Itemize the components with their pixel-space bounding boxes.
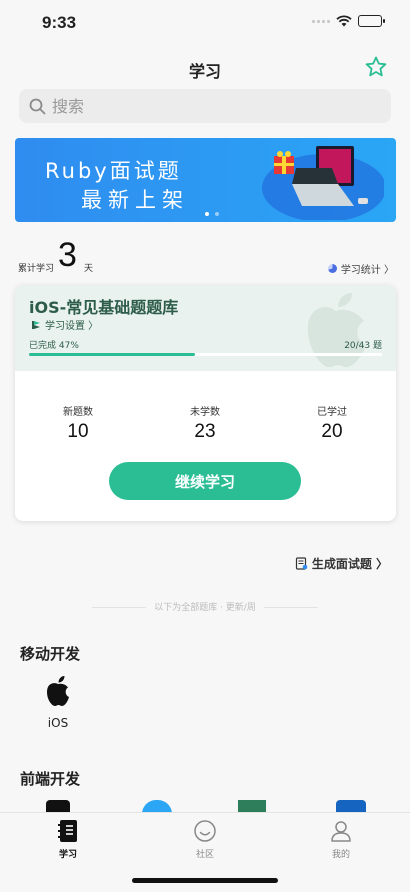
progress-percent: 已完成 47% — [29, 341, 79, 351]
tab-community-label: 社区 — [195, 850, 214, 860]
section-title-mobile: 移动开发 — [20, 645, 81, 663]
wifi-icon — [336, 15, 352, 27]
status-icons — [312, 15, 385, 27]
search-input[interactable] — [52, 96, 352, 116]
battery-icon — [358, 15, 385, 27]
section-title-frontend: 前端开发 — [20, 770, 81, 788]
smiley-icon — [194, 820, 216, 842]
tab-mine-label: 我的 — [331, 850, 350, 860]
apple-icon — [47, 676, 69, 706]
search-bar[interactable] — [19, 89, 391, 123]
study-stats-link[interactable]: 学习统计 〉 — [327, 261, 394, 276]
library-card: iOS-常见基础题题库 学习设置 〉 已完成 47% 20/43 题 新题数 1… — [15, 285, 396, 521]
study-stats-label: 学习统计 〉 — [340, 265, 394, 276]
pie-chart-icon — [327, 264, 337, 273]
page-title: 学习 — [188, 62, 221, 81]
tab-mine[interactable]: 我的 — [311, 819, 371, 860]
generate-questions-label: 生成面试题 〉 — [311, 557, 388, 571]
days-count: 3 — [58, 236, 77, 274]
category-ios-label: iOS — [47, 716, 69, 730]
progress-count: 20/43 题 — [344, 341, 382, 351]
category-ios[interactable]: iOS — [38, 675, 78, 730]
banner-line1: Ruby面试题 — [45, 159, 182, 183]
notebook-icon — [58, 820, 77, 842]
stat-unlearned-label: 未学数 — [190, 407, 220, 418]
library-card-header: iOS-常见基础题题库 学习设置 〉 已完成 47% 20/43 题 — [15, 285, 396, 371]
star-icon[interactable] — [364, 55, 388, 79]
apple-watermark-icon — [307, 293, 366, 368]
tab-study[interactable]: 学习 — [38, 819, 98, 860]
study-summary: 累计学习 3 天 学习统计 〉 — [18, 236, 394, 276]
status-time: 9:33 — [42, 13, 77, 32]
stat-learned: 已学过 20 — [282, 403, 382, 443]
divider-text: 以下为全部题库 · 更新/周 — [154, 603, 256, 613]
home-indicator — [132, 878, 278, 883]
library-title: iOS-常见基础题题库 — [29, 298, 179, 317]
status-bar: 9:33 — [0, 0, 410, 46]
promo-banner[interactable]: Ruby面试题 最新上架 — [15, 138, 396, 222]
stat-new-value: 10 — [67, 421, 89, 442]
all-libraries-divider: 以下为全部题库 · 更新/周 — [0, 600, 410, 613]
stat-new: 新题数 10 — [28, 403, 128, 443]
stat-new-label: 新题数 — [63, 407, 93, 418]
tab-study-label: 学习 — [58, 850, 77, 860]
stat-unlearned: 未学数 23 — [155, 403, 255, 443]
continue-study-button[interactable]: 继续学习 — [109, 462, 301, 500]
progress-bar — [29, 353, 382, 356]
laptop-gift-illustration — [262, 146, 384, 220]
person-icon — [331, 821, 351, 842]
progress-bar-fill — [29, 353, 195, 356]
settings-flag-icon — [32, 320, 40, 329]
study-settings-link[interactable]: 学习设置 〉 — [31, 317, 98, 332]
days-unit: 天 — [84, 264, 94, 274]
tab-community[interactable]: 社区 — [175, 819, 235, 860]
search-icon — [29, 98, 46, 114]
study-settings-label: 学习设置 〉 — [45, 321, 99, 332]
stat-learned-label: 已学过 — [317, 407, 347, 418]
days-label: 累计学习 — [18, 264, 55, 274]
stat-unlearned-value: 23 — [194, 421, 216, 442]
stat-learned-value: 20 — [321, 421, 343, 442]
signal-icon — [312, 19, 330, 23]
banner-line2: 最新上架 — [81, 188, 189, 212]
generate-questions-link[interactable]: 生成面试题 〉 — [295, 555, 388, 572]
document-icon — [295, 557, 308, 570]
banner-pager — [205, 212, 219, 216]
